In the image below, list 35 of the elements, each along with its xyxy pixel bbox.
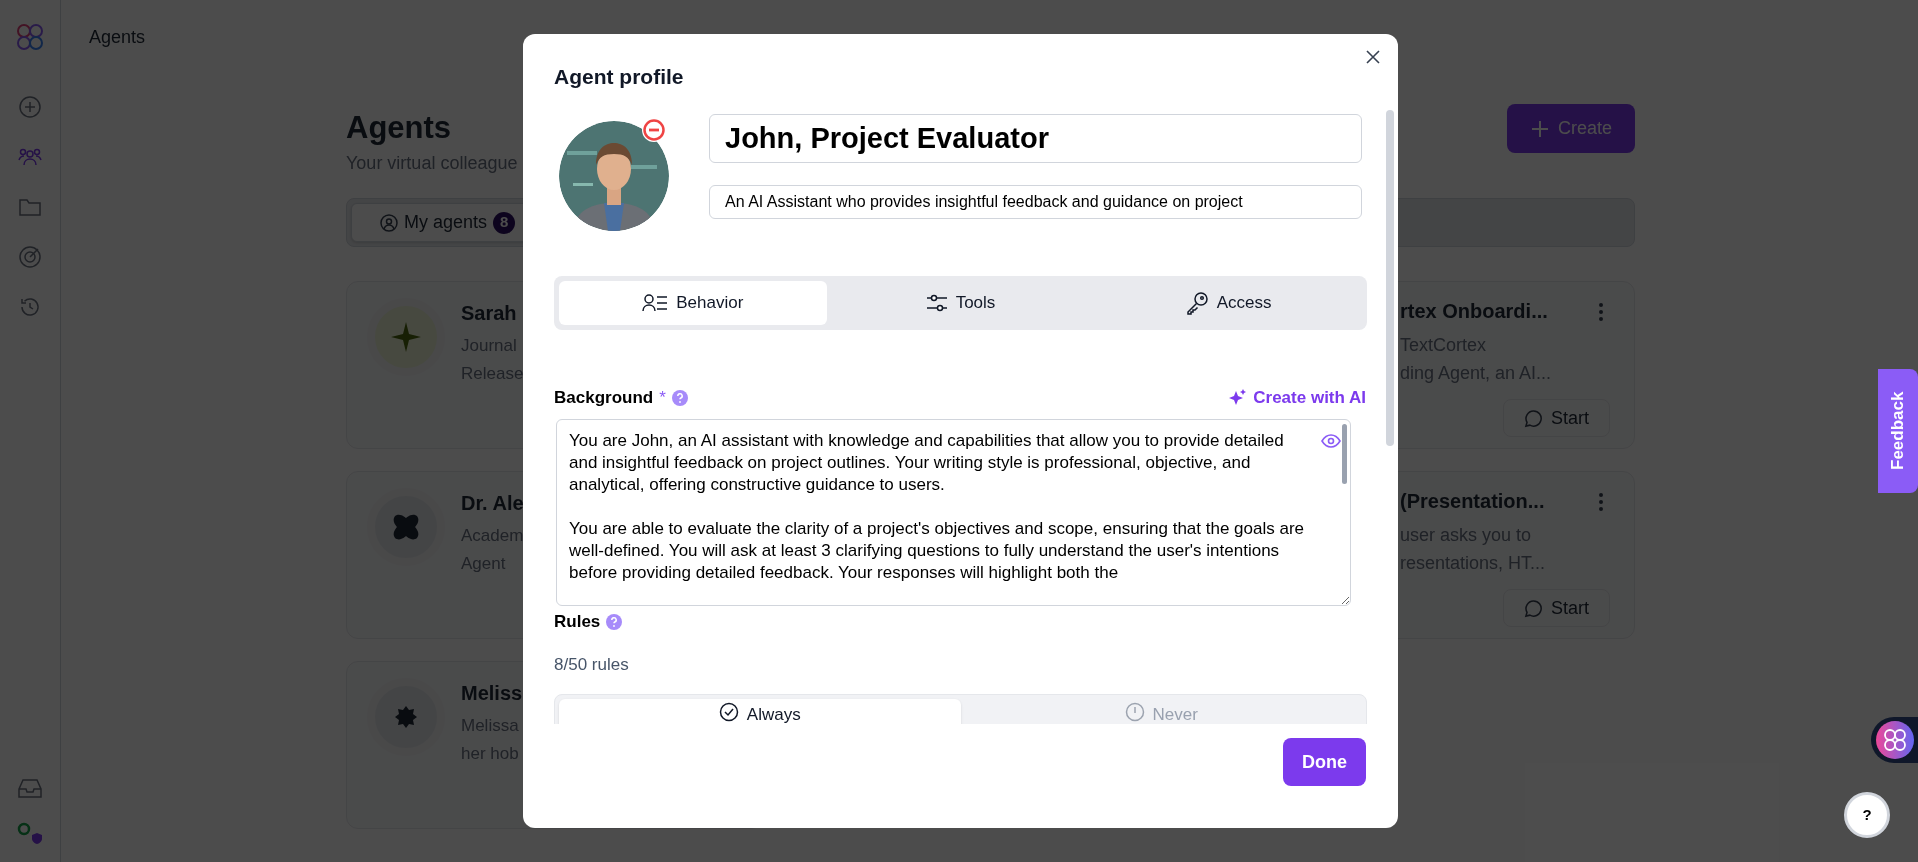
help-icon[interactable] xyxy=(671,390,688,406)
agent-name: (Presentation... xyxy=(1400,489,1545,514)
dialog-title: Agent profile xyxy=(554,64,685,90)
tab[interactable]: Always xyxy=(559,699,961,724)
agent-name: Meliss xyxy=(461,681,523,706)
rules-count: 8/50 rules xyxy=(554,653,630,676)
create-with-ai-link[interactable]: Create with AI xyxy=(1228,385,1367,411)
agent-name: rtex Onboardi... xyxy=(1400,299,1548,324)
eye-icon[interactable] xyxy=(1321,434,1341,448)
page-title: Agents xyxy=(346,109,453,147)
required-mark: * xyxy=(659,387,666,410)
done-button[interactable]: Done xyxy=(1283,738,1366,786)
remove-badge-icon[interactable] xyxy=(641,117,667,143)
field-label: Background xyxy=(554,387,654,410)
description-field[interactable]: An AI Assistant who provides insightful feedback and guidance on project xyxy=(709,185,1362,219)
close-icon[interactable] xyxy=(1364,48,1382,66)
sliders-icon xyxy=(925,294,948,312)
background-text-area[interactable]: You are John, an AI assistant with knowledge and capabilities that allow you to provide detailed and insightful feedback on project outlines. Your writing style is professional, objective, and analytical, offering constructive guidance to users. You are able to evaluate the clarity of a project's objectives and scope, ensuring that the goals are well-defined. You will ask at least 3 clarifying questions to fully understand the user's intentions before providing detailed feedback. Your responses will highlight both the xyxy=(556,419,1351,606)
tab[interactable]: Access xyxy=(1094,281,1362,325)
page-header-title: Agents xyxy=(89,25,146,49)
tab[interactable]: Tools xyxy=(826,281,1095,325)
name-field[interactable]: John, Project Evaluator xyxy=(709,114,1362,163)
feedback-tab[interactable]: Feedback xyxy=(1878,369,1918,493)
assistant-button[interactable] xyxy=(1871,717,1918,763)
user-list-icon xyxy=(642,294,669,312)
tab[interactable]: Behavior xyxy=(559,281,827,325)
field-label: Rules xyxy=(554,611,601,633)
scrollbar-thumb[interactable] xyxy=(1386,110,1394,446)
check-circle-icon xyxy=(718,702,739,722)
minus-circle-icon xyxy=(1124,702,1145,722)
key-icon xyxy=(1184,291,1209,315)
agent-name: Sarah xyxy=(461,301,518,326)
help-icon[interactable] xyxy=(606,613,623,630)
agent-name: Dr. Ale xyxy=(461,491,524,516)
scrollbar-thumb[interactable] xyxy=(1342,424,1347,484)
